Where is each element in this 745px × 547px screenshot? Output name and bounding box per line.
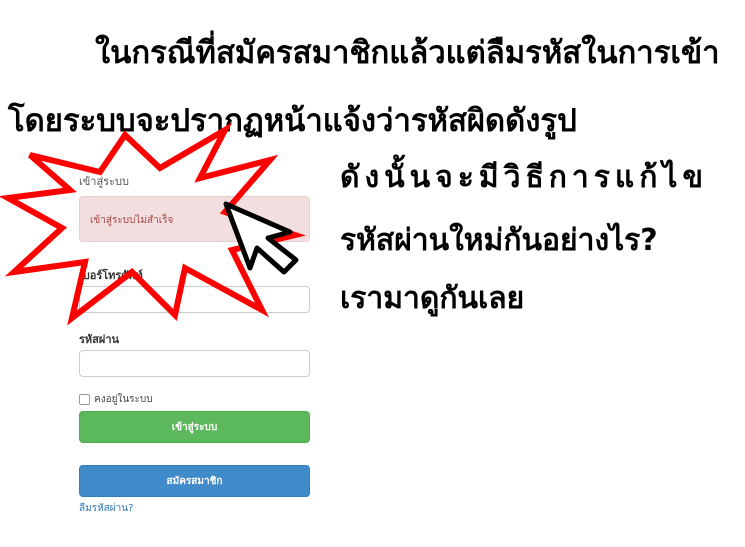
login-heading: เข้าสู่ระบบ <box>79 175 129 188</box>
password-label: รหัสผ่าน <box>79 333 120 346</box>
forgot-password-link[interactable]: ลืมรหัสผ่าน? <box>79 501 133 516</box>
remember-me[interactable]: คงอยู่ในระบบ <box>79 392 153 407</box>
remember-label: คงอยู่ในระบบ <box>94 394 153 405</box>
register-button[interactable]: สมัครสมาชิก <box>79 465 310 497</box>
caption-line-2: โดยระบบจะปรากฏหน้าแจ้งว่ารหัสผิดดังรูป <box>8 103 577 139</box>
phone-input[interactable] <box>79 286 310 313</box>
login-error-alert: เข้าสู่ระบบไม่สำเร็จ <box>79 196 310 242</box>
caption-line-5: เรามาดูกันเลย <box>340 281 525 316</box>
caption-line-1: ในกรณีที่สมัครสมาชิกแล้วแต่ลืมรหัสในการเ… <box>95 35 720 71</box>
remember-checkbox[interactable] <box>79 394 90 405</box>
phone-label: เบอร์โทรศัพท์ <box>79 269 143 282</box>
login-button[interactable]: เข้าสู่ระบบ <box>79 411 310 443</box>
caption-line-4: รหัสผ่านใหม่กันอย่างไร? <box>340 223 658 258</box>
caption-line-3: ดังนั้นจะมีวิธีการแก้ไข <box>340 160 708 195</box>
password-input[interactable] <box>79 350 310 377</box>
